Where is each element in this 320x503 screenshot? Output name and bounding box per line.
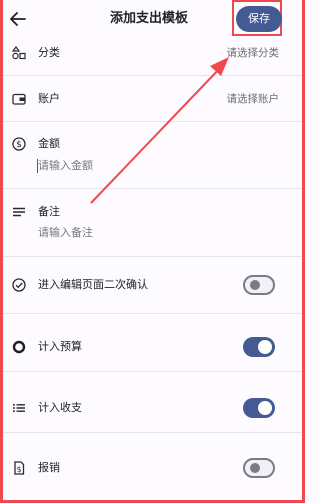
annotation-arrow <box>90 57 229 204</box>
